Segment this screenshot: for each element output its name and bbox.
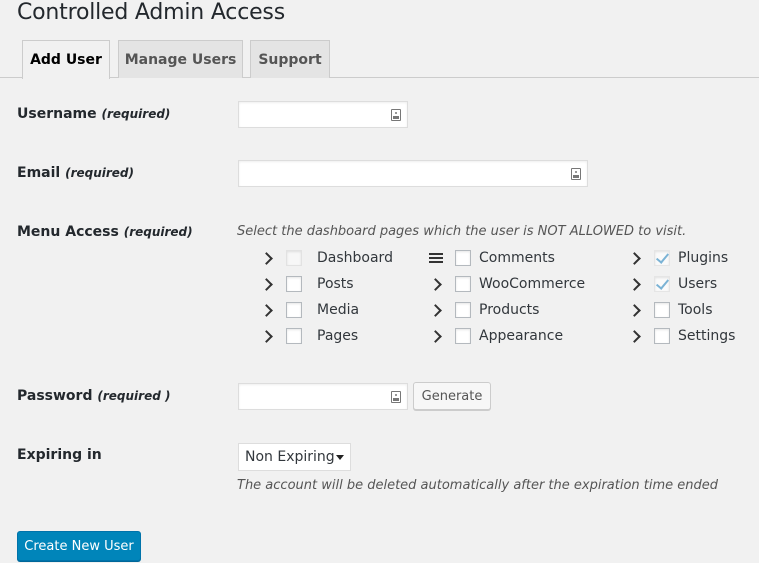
- checkbox-posts[interactable]: [286, 276, 302, 292]
- expiring-label: Expiring in: [17, 447, 102, 463]
- username-input[interactable]: [238, 101, 408, 128]
- menu-item-settings[interactable]: Settings: [628, 326, 735, 346]
- checkbox-media[interactable]: [286, 302, 302, 318]
- password-required-note: (required ): [97, 389, 171, 403]
- menu-item-plugins[interactable]: Plugins: [628, 248, 728, 268]
- menu-item-label: Products: [479, 302, 540, 318]
- generate-password-button[interactable]: Generate: [413, 382, 491, 410]
- chevron-right-icon[interactable]: [429, 300, 445, 320]
- menu-item-label: Settings: [678, 328, 736, 344]
- tab-divider: [0, 77, 759, 78]
- checkbox-users[interactable]: [654, 276, 670, 292]
- chevron-right-icon[interactable]: [260, 274, 276, 294]
- tab-support[interactable]: Support: [250, 40, 330, 78]
- autofill-key-icon[interactable]: [391, 391, 401, 403]
- password-label-text: Password: [17, 388, 93, 404]
- menu-access-label: Menu Access (required): [17, 224, 193, 240]
- chevron-right-icon[interactable]: [628, 300, 644, 320]
- autofill-key-icon[interactable]: [571, 168, 581, 180]
- menu-item-label: Media: [317, 302, 360, 318]
- menu-item-label: Pages: [317, 328, 359, 344]
- caret-down-icon: [336, 455, 344, 460]
- menu-item-appearance[interactable]: Appearance: [429, 326, 563, 346]
- menu-item-products[interactable]: Products: [429, 300, 539, 320]
- password-input[interactable]: [238, 383, 408, 410]
- chevron-right-icon[interactable]: [429, 274, 445, 294]
- chevron-right-icon[interactable]: [628, 326, 644, 346]
- checkbox-settings[interactable]: [654, 328, 670, 344]
- menu-item-media[interactable]: Media: [260, 300, 359, 320]
- menu-access-hint: Select the dashboard pages which the use…: [237, 224, 687, 239]
- menu-item-label: Dashboard: [317, 250, 393, 266]
- tab-manage-users[interactable]: Manage Users: [118, 40, 243, 78]
- chevron-right-icon[interactable]: [429, 326, 445, 346]
- expiring-hint: The account will be deleted automaticall…: [237, 478, 719, 493]
- expiration-select[interactable]: Non Expiring: [238, 443, 351, 471]
- menu-item-dashboard[interactable]: Dashboard: [260, 248, 393, 268]
- chevron-right-icon[interactable]: [260, 326, 276, 346]
- checkbox-woocommerce[interactable]: [455, 276, 471, 292]
- chevron-right-icon[interactable]: [260, 300, 276, 320]
- menu-item-tools[interactable]: Tools: [628, 300, 713, 320]
- checkbox-appearance[interactable]: [455, 328, 471, 344]
- menu-item-label: Appearance: [479, 328, 564, 344]
- page-title: Controlled Admin Access: [17, 0, 285, 25]
- menu-access-required-note: (required): [123, 225, 193, 239]
- menu-item-pages[interactable]: Pages: [260, 326, 358, 346]
- email-input[interactable]: [238, 160, 588, 187]
- checkbox-comments[interactable]: [455, 250, 471, 266]
- tab-add-user[interactable]: Add User: [22, 40, 110, 79]
- menu-item-comments[interactable]: Comments: [429, 248, 555, 268]
- menu-item-label: Plugins: [678, 250, 729, 266]
- chevron-right-icon[interactable]: [628, 248, 644, 268]
- chevron-right-icon[interactable]: [260, 248, 276, 268]
- menu-item-label: Comments: [479, 250, 555, 266]
- admin-page: Controlled Admin Access Add User Manage …: [0, 0, 759, 563]
- checkbox-plugins[interactable]: [654, 250, 670, 266]
- password-label: Password (required ): [17, 388, 170, 404]
- username-label-text: Username: [17, 106, 97, 122]
- menu-item-label: WooCommerce: [479, 276, 586, 292]
- create-new-user-button[interactable]: Create New User: [17, 531, 141, 561]
- username-required-note: (required): [101, 107, 171, 121]
- tab-bar: Add User Manage Users Support: [0, 40, 759, 79]
- menu-item-label: Tools: [678, 302, 713, 318]
- email-label: Email (required): [17, 165, 134, 181]
- checkbox-tools[interactable]: [654, 302, 670, 318]
- menu-item-label: Posts: [317, 276, 354, 292]
- username-label: Username (required): [17, 106, 170, 122]
- menu-item-users[interactable]: Users: [628, 274, 717, 294]
- checkbox-dashboard[interactable]: [286, 250, 302, 266]
- email-required-note: (required): [65, 166, 134, 180]
- checkbox-products[interactable]: [455, 302, 471, 318]
- email-label-text: Email: [17, 165, 61, 181]
- menu-icon[interactable]: [429, 248, 445, 268]
- checkbox-pages[interactable]: [286, 328, 302, 344]
- menu-access-label-text: Menu Access: [17, 224, 119, 240]
- expiration-selected-value: Non Expiring: [245, 449, 335, 465]
- menu-item-label: Users: [678, 276, 718, 292]
- chevron-right-icon[interactable]: [628, 274, 644, 294]
- menu-item-woocommerce[interactable]: WooCommerce: [429, 274, 585, 294]
- menu-item-posts[interactable]: Posts: [260, 274, 354, 294]
- autofill-key-icon[interactable]: [391, 109, 401, 121]
